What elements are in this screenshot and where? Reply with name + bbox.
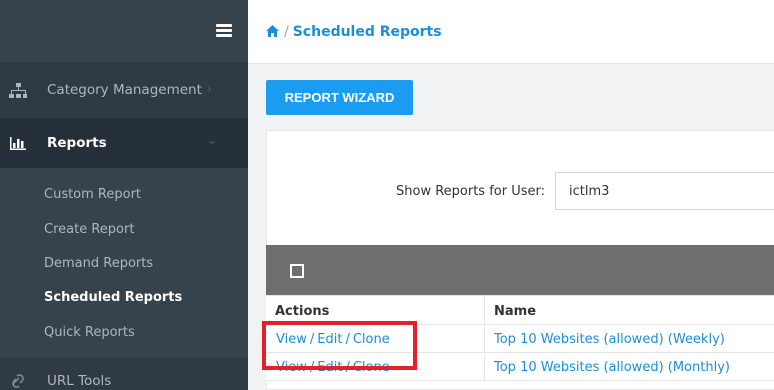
column-header-actions: Actions — [266, 295, 485, 325]
action-separator: / — [345, 360, 350, 375]
url-tools-icon — [12, 374, 24, 388]
sidebar-top — [0, 0, 248, 64]
sidebar-item-label: Reports — [47, 135, 107, 151]
sidebar-item-label: URL Tools — [47, 373, 112, 389]
user-select[interactable]: ictlm3 — [555, 172, 774, 210]
actions-cell: View / Edit / Clone — [266, 354, 485, 381]
sidebar-item-reports[interactable]: Reports ⌄ — [0, 118, 248, 168]
report-name-link[interactable]: Top 10 Websites (allowed) (Weekly) — [494, 332, 725, 347]
chevron-right-icon: › — [207, 82, 212, 96]
bar-chart-icon — [10, 137, 26, 150]
column-header-label: Actions — [275, 304, 330, 319]
table-row: View / Edit / Clone Top 10 Websites (allowed… — [266, 326, 774, 353]
report-name-link[interactable]: Top 10 Websites (allowed) (Monthly) — [494, 360, 730, 375]
reports-submenu: Custom Report Create Report Demand Repor… — [0, 168, 248, 358]
user-filter-label: Show Reports for User: — [396, 184, 545, 199]
clone-link[interactable]: Clone — [353, 360, 390, 375]
name-cell: Top 10 Websites (allowed) (Weekly) — [485, 326, 774, 353]
submenu-item-custom-report[interactable]: Custom Report — [44, 187, 141, 202]
sidebar-item-url-tools[interactable]: URL Tools — [0, 358, 248, 390]
column-header-label: Name — [494, 304, 537, 319]
column-header-name[interactable]: Name — [485, 295, 774, 325]
home-icon[interactable] — [265, 24, 280, 38]
table-row: View / Edit / Clone Top 10 Websites (allowed… — [266, 354, 774, 381]
submenu-item-scheduled-reports[interactable]: Scheduled Reports — [44, 290, 182, 305]
clone-link[interactable]: Clone — [353, 332, 390, 347]
sidebar: Category Management › Reports ⌄ Custom R… — [0, 0, 248, 390]
action-separator: / — [309, 332, 315, 347]
action-separator: / — [345, 332, 350, 347]
sidebar-item-category-management[interactable]: Category Management › — [0, 64, 248, 118]
select-all-checkbox[interactable] — [290, 264, 304, 278]
view-link[interactable]: View — [276, 360, 307, 375]
breadcrumb-separator: / — [284, 24, 289, 40]
hamburger-menu-icon[interactable] — [216, 24, 232, 38]
edit-link[interactable]: Edit — [317, 332, 342, 347]
user-select-value: ictlm3 — [569, 184, 610, 199]
report-wizard-button[interactable]: REPORT WIZARD — [266, 80, 413, 115]
table-toolbar — [266, 245, 774, 295]
submenu-item-create-report[interactable]: Create Report — [44, 222, 134, 237]
top-header: / Scheduled Reports — [248, 0, 774, 64]
sitemap-icon — [9, 83, 27, 98]
breadcrumb: / Scheduled Reports — [265, 24, 442, 40]
name-cell: Top 10 Websites (allowed) (Monthly) — [485, 354, 774, 381]
chevron-down-icon: ⌄ — [207, 133, 218, 147]
submenu-item-demand-reports[interactable]: Demand Reports — [44, 256, 153, 271]
view-link[interactable]: View — [276, 332, 307, 347]
edit-link[interactable]: Edit — [317, 360, 342, 375]
action-separator: / — [309, 360, 315, 375]
sidebar-item-label: Category Management — [47, 82, 202, 98]
breadcrumb-current[interactable]: Scheduled Reports — [293, 24, 442, 40]
actions-cell: View / Edit / Clone — [266, 326, 485, 353]
submenu-item-quick-reports[interactable]: Quick Reports — [44, 325, 135, 340]
